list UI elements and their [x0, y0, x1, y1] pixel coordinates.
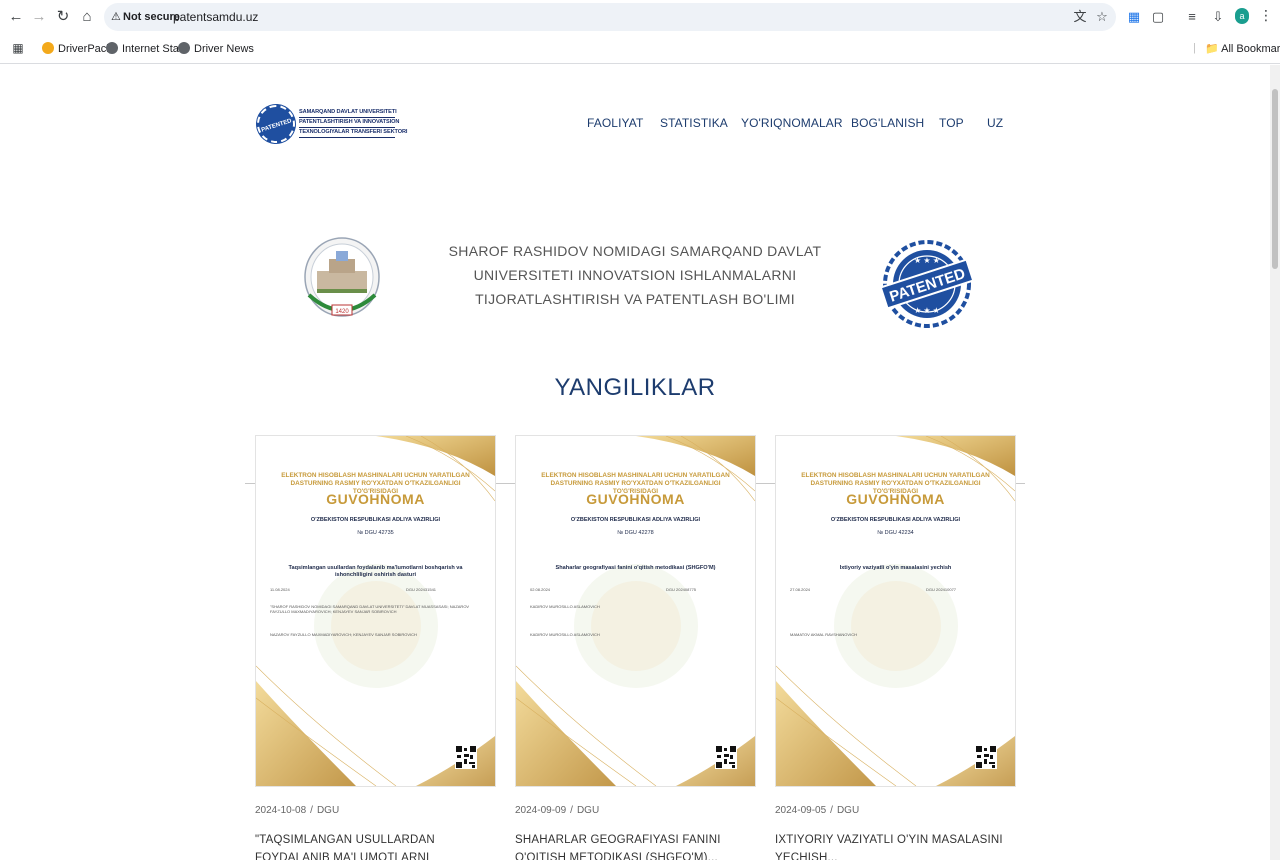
- news-card-heading[interactable]: IXTIYORIY VAZIYATLI O'YIN MASALASINI YEC…: [775, 831, 1015, 860]
- reading-list-icon[interactable]: ≡: [1184, 8, 1200, 26]
- nav-language[interactable]: UZ: [987, 116, 1003, 130]
- news-date: 2024-09-09: [515, 805, 567, 816]
- news-section-title: YANGILIKLAR: [554, 374, 716, 401]
- extension-icon[interactable]: ▦: [1126, 8, 1142, 26]
- scrollbar-thumb[interactable]: [1272, 89, 1278, 269]
- globe-icon: [178, 42, 190, 54]
- certificate-owner: KADIROV MUROSILLO ASLAMOVICH: [530, 604, 600, 609]
- certificate-number: № DGU 42278: [617, 530, 654, 536]
- certificate-ministry: O'ZBEKISTON RESPUBLIKASI ADLIYA VAZIRLIG…: [310, 517, 441, 523]
- news-category[interactable]: DGU: [317, 805, 339, 816]
- nav-faoliyat[interactable]: FAOLIYAT: [587, 116, 643, 130]
- patented-seal-icon: PATENTED: [252, 100, 300, 148]
- news-card-image[interactable]: ELEKTRON HISOBLASH MASHINALARI UCHUN YAR…: [255, 435, 496, 787]
- url-text[interactable]: patentsamdu.uz: [173, 10, 258, 24]
- svg-text:★ ★ ★: ★ ★ ★: [914, 306, 940, 315]
- bookmark-internet-start[interactable]: Internet Start: [106, 42, 186, 55]
- certificate-owner: "SHAROF RASHIDOV NOMIDAGI SAMARQAND DAVL…: [270, 604, 470, 614]
- all-bookmarks-label: All Bookmarks: [1221, 43, 1280, 55]
- apps-grid-icon[interactable]: ▦: [8, 38, 28, 58]
- news-card-meta: 2024-09-05/ DGU: [775, 805, 859, 816]
- certificate-ministry: O'ZBEKISTON RESPUBLIKASI ADLIYA VAZIRLIG…: [570, 517, 701, 523]
- qr-code-icon: [715, 745, 737, 769]
- browser-toolbar: ← → ↻ ⌂ ⚠ Not secure patentsamdu.uz 文 ☆ …: [0, 0, 1280, 34]
- department-title-line: SHAROF RASHIDOV NOMIDAGI SAMARQAND DAVLA…: [448, 243, 822, 259]
- certificate-ministry: O'ZBEKISTON RESPUBLIKASI ADLIYA VAZIRLIG…: [830, 517, 961, 523]
- department-title-line: TIJORATLASHTIRISH VA PATENTLASH BO'LIMI: [475, 291, 795, 307]
- patented-stamp-icon: PATENTED ★ ★ ★ ★ ★ ★: [880, 240, 974, 328]
- security-status[interactable]: Not secure: [123, 11, 180, 23]
- download-icon[interactable]: ⇩: [1210, 8, 1226, 26]
- forward-icon[interactable]: →: [29, 7, 49, 27]
- bookmark-label: Internet Start: [122, 43, 186, 55]
- address-bar[interactable]: ⚠ Not secure patentsamdu.uz 文 ☆: [104, 3, 1116, 31]
- nav-top[interactable]: TOP: [939, 116, 964, 130]
- certificate-number: № DGU 42234: [877, 530, 914, 536]
- department-title-line: UNIVERSITETI INNOVATSION ISHLANMALARNI: [473, 267, 797, 283]
- bookmark-driver-news[interactable]: Driver News: [178, 42, 254, 55]
- certificate-reg: DGU 202408775: [666, 587, 697, 592]
- puzzle-icon[interactable]: ▢: [1150, 8, 1166, 26]
- nav-yoriqnomalar[interactable]: YO'RIQNOMALAR: [741, 116, 843, 130]
- logo-line: PATENTLASHTIRISH VA INNOVATSION: [299, 118, 399, 128]
- home-icon[interactable]: ⌂: [77, 7, 97, 27]
- qr-code-icon: [975, 745, 997, 769]
- profile-avatar[interactable]: a: [1235, 8, 1249, 24]
- reload-icon[interactable]: ↻: [53, 7, 73, 27]
- meta-separator: /: [830, 805, 833, 816]
- news-date: 2024-09-05: [775, 805, 827, 816]
- all-bookmarks[interactable]: 📁 All Bookmarks: [1205, 42, 1280, 55]
- nav-statistika[interactable]: STATISTIKA: [660, 116, 728, 130]
- certificate-reg: DGU 202410077: [926, 587, 957, 592]
- certificate-authors: KADIROV MUROSILLO ASLAMOVICH: [530, 632, 600, 637]
- bookmark-label: DriverPack: [58, 43, 112, 55]
- translate-icon[interactable]: 文: [1072, 9, 1088, 25]
- logo-line: SAMARQAND DAVLAT UNIVERSITETI: [299, 108, 397, 118]
- menu-icon[interactable]: ⋮: [1259, 7, 1273, 27]
- back-icon[interactable]: ←: [6, 7, 26, 27]
- svg-text:★ ★ ★: ★ ★ ★: [914, 256, 940, 265]
- logo-line: TEXNOLOGIYALAR TRANSFERI SEKTORI: [299, 128, 407, 138]
- news-card-image[interactable]: ELEKTRON HISOBLASH MASHINALARI UCHUN YAR…: [515, 435, 756, 787]
- certificate-authors: NAZAROV FAYZULLO MAXMADIYAROVICH; KENJAY…: [270, 632, 417, 637]
- university-emblem-icon: 1420: [304, 237, 380, 317]
- news-card-meta: 2024-09-09/ DGU: [515, 805, 599, 816]
- news-category[interactable]: DGU: [577, 805, 599, 816]
- certificate-title: GUVOHNOMA: [846, 491, 945, 507]
- news-card-heading[interactable]: "TAQSIMLANGAN USULLARDAN FOYDALANIB MA'L…: [255, 831, 495, 860]
- news-category[interactable]: DGU: [837, 805, 859, 816]
- bookmarks-divider: |: [1193, 42, 1196, 54]
- news-card-meta: 2024-10-08/ DGU: [255, 805, 339, 816]
- emblem-year: 1420: [335, 309, 349, 315]
- certificate-program: Taqsimlangan usullardan foydalanib ma'lu…: [288, 565, 463, 578]
- certificate-reg: DGU 202431541: [406, 587, 437, 592]
- warning-icon[interactable]: ⚠: [111, 10, 121, 23]
- bookmarks-bar: ▦ DriverPack Internet Start Driver News …: [0, 34, 1280, 64]
- certificate-program: Shaharlar geografiyasi fanini o'qitish m…: [555, 565, 716, 571]
- certificate-title: GUVOHNOMA: [326, 491, 425, 507]
- certificate-program: Ixtiyoriy vaziyatli o'yin masalasini yec…: [839, 565, 952, 571]
- folder-icon: 📁: [1205, 43, 1219, 55]
- certificate-authors: MAMATOV AKMAL RAVSHANOVICH: [790, 632, 857, 637]
- news-card-image[interactable]: ELEKTRON HISOBLASH MASHINALARI UCHUN YAR…: [775, 435, 1016, 787]
- globe-icon: [106, 42, 118, 54]
- bookmark-driverpack[interactable]: DriverPack: [42, 42, 112, 55]
- bookmark-label: Driver News: [194, 43, 254, 55]
- qr-code-icon: [455, 745, 477, 769]
- news-date: 2024-10-08: [255, 805, 307, 816]
- department-title: SHAROF RASHIDOV NOMIDAGI SAMARQAND DAVLA…: [440, 239, 830, 311]
- page-scrollbar[interactable]: [1270, 65, 1280, 860]
- star-icon[interactable]: ☆: [1094, 9, 1110, 25]
- certificate-number: № DGU 42735: [357, 530, 394, 536]
- meta-separator: /: [570, 805, 573, 816]
- driverpack-icon: [42, 42, 54, 54]
- news-card-heading[interactable]: SHAHARLAR GEOGRAFIYASI FANINI O'QITISH M…: [515, 831, 755, 860]
- meta-separator: /: [310, 805, 313, 816]
- page-viewport: PATENTED SAMARQAND DAVLAT UNIVERSITETI P…: [0, 65, 1280, 860]
- site-logo[interactable]: PATENTED SAMARQAND DAVLAT UNIVERSITETI P…: [252, 100, 407, 148]
- nav-boglanish[interactable]: BOG'LANISH: [851, 116, 924, 130]
- site-header: PATENTED SAMARQAND DAVLAT UNIVERSITETI P…: [0, 65, 1270, 187]
- certificate-title: GUVOHNOMA: [586, 491, 685, 507]
